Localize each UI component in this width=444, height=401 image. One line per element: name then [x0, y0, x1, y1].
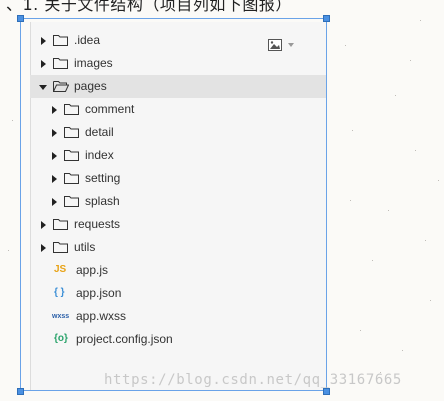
paper-speck	[395, 95, 396, 96]
resize-handle-top-right[interactable]	[323, 15, 330, 22]
paper-speck	[410, 60, 411, 61]
paper-speck	[402, 350, 403, 351]
paper-speck	[8, 250, 9, 251]
watermark-url: https://blog.csdn.net/qq_33167665	[104, 372, 402, 388]
paper-speck	[388, 210, 389, 211]
paper-speck	[350, 200, 351, 201]
resize-handle-top-left[interactable]	[17, 15, 24, 22]
paper-speck	[420, 20, 421, 21]
selection-frame	[20, 18, 327, 391]
paper-speck	[12, 120, 13, 121]
paper-speck	[345, 45, 346, 46]
paper-speck	[360, 330, 361, 331]
paper-speck	[430, 300, 431, 301]
paper-speck	[372, 260, 373, 261]
resize-handle-bottom-left[interactable]	[17, 388, 24, 395]
paper-speck	[415, 150, 416, 151]
paper-speck	[352, 130, 353, 131]
paper-speck	[425, 240, 426, 241]
resize-handle-bottom-right[interactable]	[323, 388, 330, 395]
document-heading: 、1. 关于文件结构（项目列如下图报）	[6, 0, 292, 14]
paper-speck	[438, 180, 439, 181]
paper-speck	[380, 372, 381, 373]
